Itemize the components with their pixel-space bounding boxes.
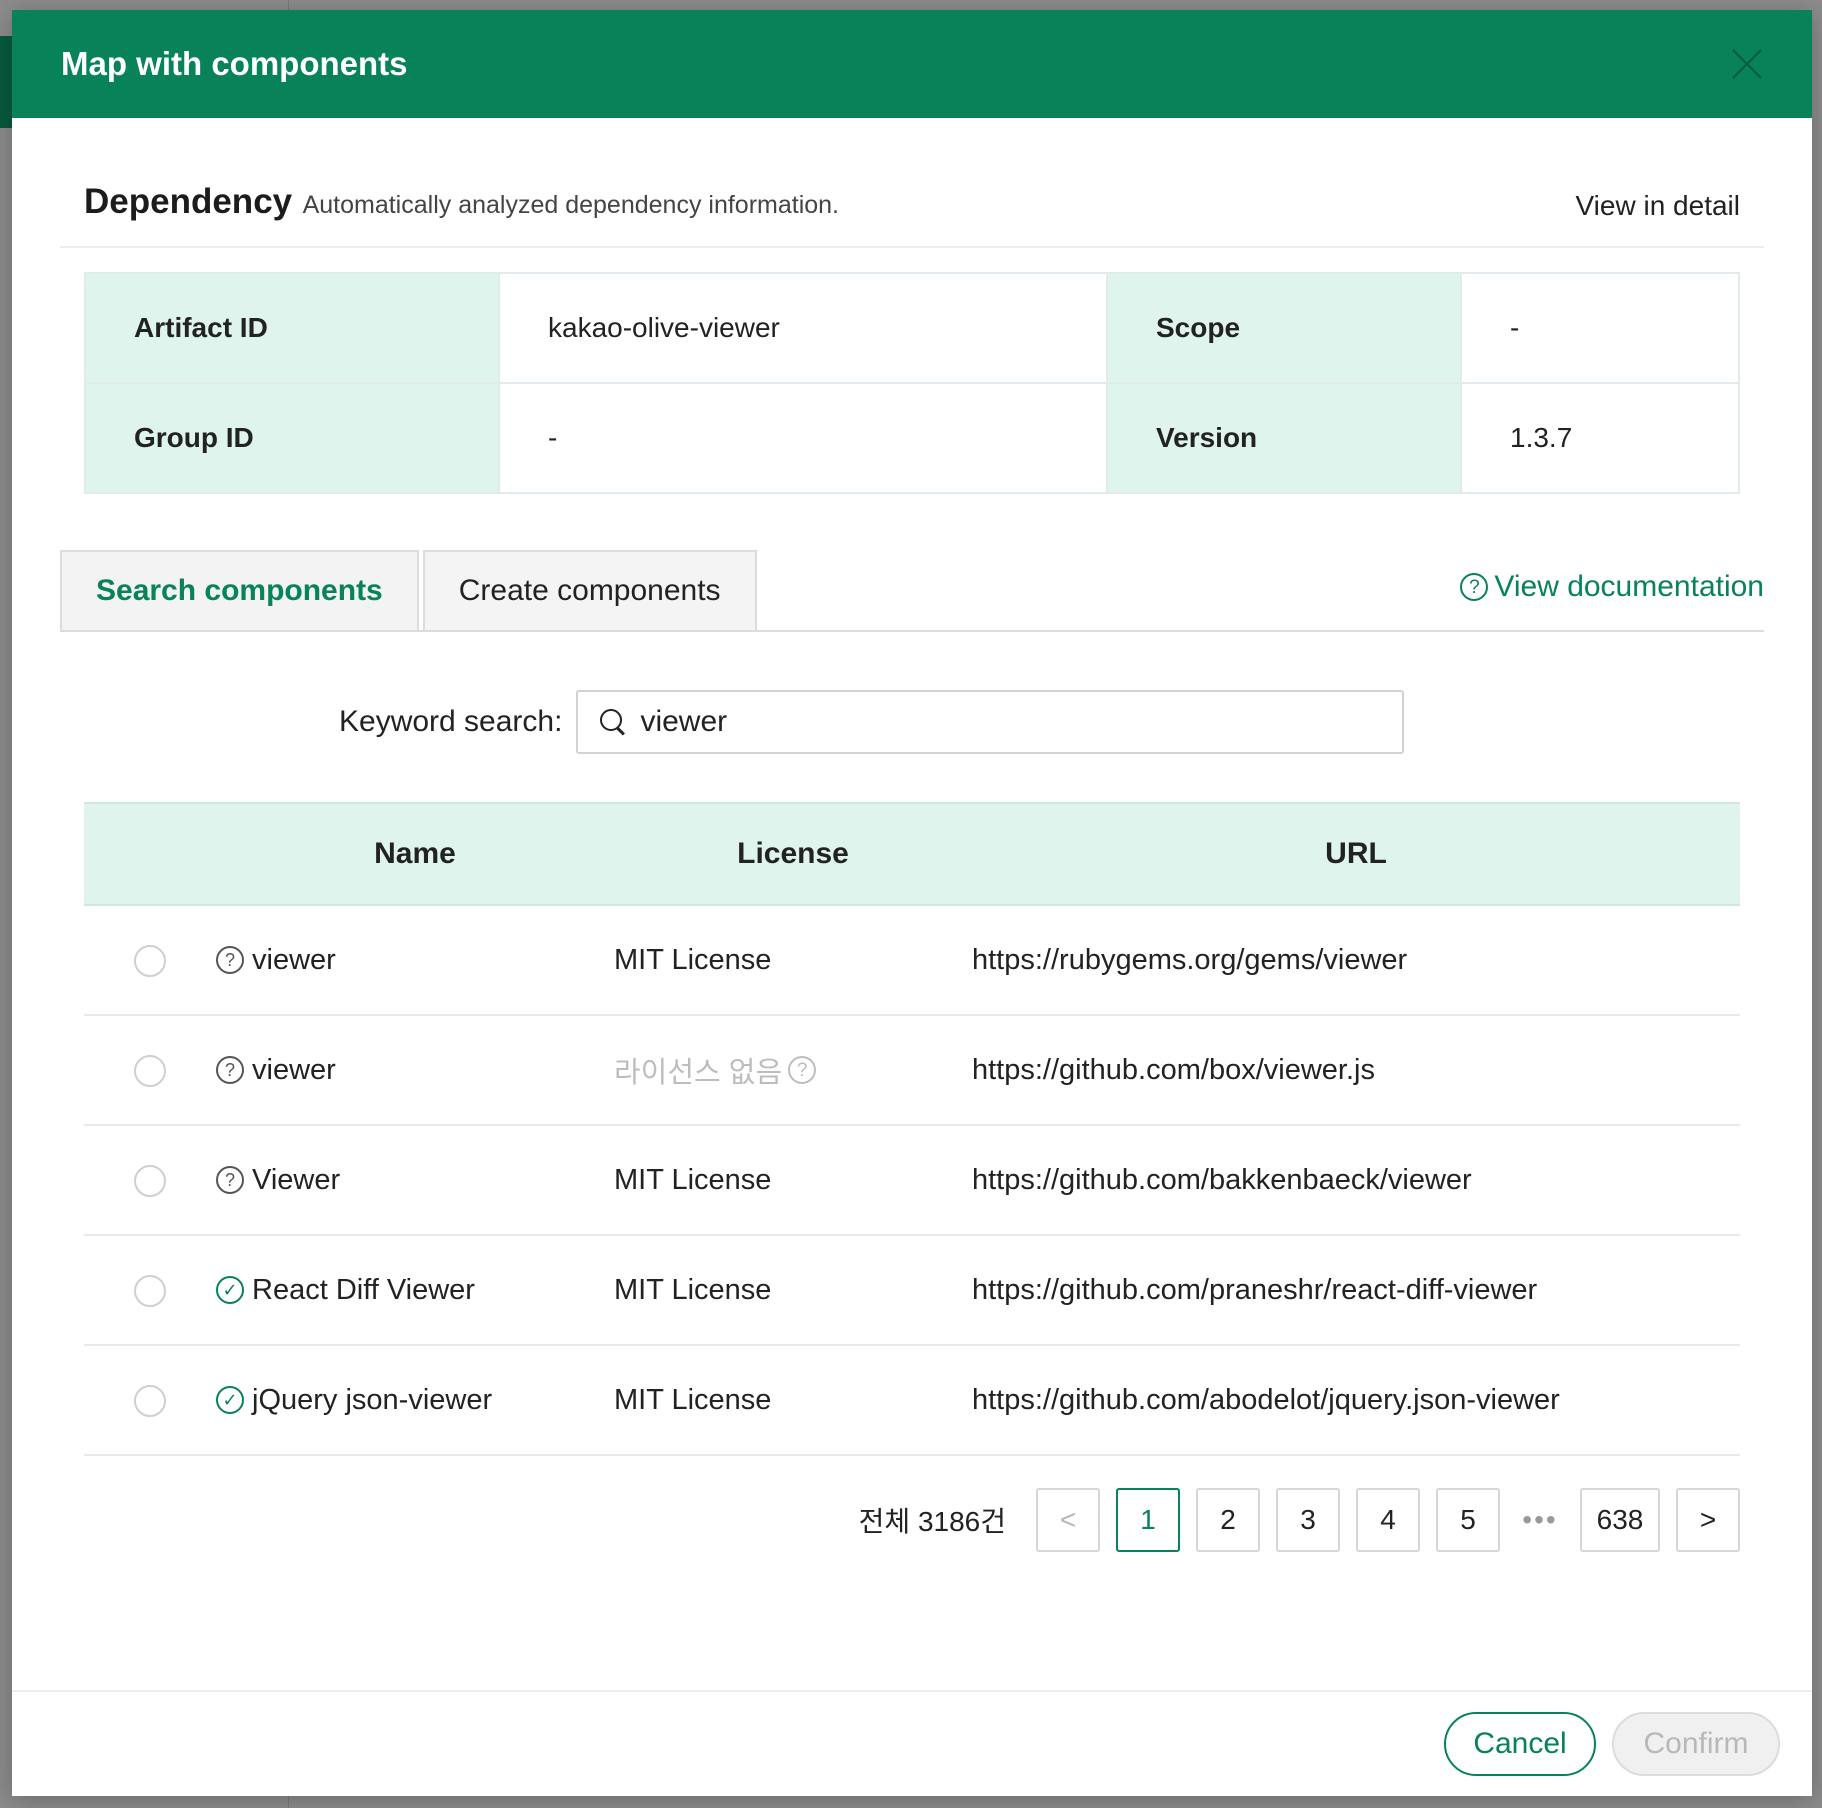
scope-label: Scope bbox=[1106, 272, 1462, 384]
scope-value: - bbox=[1460, 272, 1740, 384]
map-components-modal: Map with components Dependency Automatic… bbox=[12, 10, 1812, 1796]
artifact-id-value: kakao-olive-viewer bbox=[498, 272, 1108, 384]
table-row[interactable]: ? viewer 라이선스 없음? https://github.com/box/… bbox=[84, 1015, 1740, 1126]
group-id-label: Group ID bbox=[84, 382, 500, 494]
component-url: https://github.com/box/viewer.js bbox=[972, 1015, 1740, 1126]
component-url: https://github.com/praneshr/react-diff-v… bbox=[972, 1235, 1740, 1346]
page-button-5[interactable]: 5 bbox=[1436, 1488, 1500, 1552]
check-circle-icon: ✓ bbox=[216, 1276, 244, 1304]
view-documentation-link[interactable]: ? View documentation bbox=[1460, 570, 1764, 604]
select-column-header bbox=[84, 802, 216, 906]
component-name: Viewer bbox=[252, 1163, 341, 1196]
url-column-header: URL bbox=[972, 802, 1740, 906]
table-row[interactable]: ? viewer MIT License https://rubygems.org… bbox=[84, 905, 1740, 1016]
page-button-1[interactable]: 1 bbox=[1116, 1488, 1180, 1552]
component-name: jQuery json-viewer bbox=[252, 1383, 493, 1416]
view-detail-link[interactable]: View in detail bbox=[1576, 190, 1740, 222]
modal-header: Map with components bbox=[12, 10, 1812, 118]
dependency-title: Dependency bbox=[84, 182, 293, 221]
modal-body: Dependency Automatically analyzed depend… bbox=[12, 118, 1812, 1552]
pagination: 전체 3186건 < 1 2 3 4 5 ••• 638 > bbox=[60, 1488, 1740, 1552]
tab-search-components[interactable]: Search components bbox=[60, 550, 419, 630]
tab-create-components[interactable]: Create components bbox=[422, 550, 757, 630]
confirm-button[interactable]: Confirm bbox=[1612, 1712, 1780, 1776]
total-count: 전체 3186건 bbox=[858, 1506, 1006, 1537]
search-input[interactable] bbox=[640, 705, 1381, 739]
page-button-2[interactable]: 2 bbox=[1196, 1488, 1260, 1552]
component-license: MIT License bbox=[614, 1125, 972, 1236]
dependency-heading: Dependency Automatically analyzed depend… bbox=[84, 182, 839, 222]
page-button-4[interactable]: 4 bbox=[1356, 1488, 1420, 1552]
keyword-search-label: Keyword search: bbox=[339, 705, 563, 738]
component-license-muted: 라이선스 없음? bbox=[614, 1049, 817, 1091]
row-radio[interactable] bbox=[134, 944, 166, 977]
component-name: viewer bbox=[252, 1053, 336, 1086]
view-documentation-label: View documentation bbox=[1494, 570, 1764, 603]
component-license: MIT License bbox=[614, 1345, 972, 1456]
table-row[interactable]: ✓ React Diff Viewer MIT License https://g… bbox=[84, 1235, 1740, 1346]
artifact-id-label: Artifact ID bbox=[84, 272, 500, 384]
row-radio[interactable] bbox=[134, 1274, 166, 1307]
component-url: https://rubygems.org/gems/viewer bbox=[972, 905, 1740, 1016]
version-value: 1.3.7 bbox=[1460, 382, 1740, 494]
dependency-header: Dependency Automatically analyzed depend… bbox=[60, 118, 1764, 248]
component-name: viewer bbox=[252, 943, 336, 976]
help-circle-icon: ? bbox=[1460, 573, 1489, 601]
page-button-last[interactable]: 638 bbox=[1580, 1488, 1660, 1552]
table-row[interactable]: ✓ jQuery json-viewer MIT License https://… bbox=[84, 1345, 1740, 1456]
component-name: React Diff Viewer bbox=[252, 1273, 475, 1306]
next-page-button[interactable]: > bbox=[1676, 1488, 1740, 1552]
help-circle-icon[interactable]: ? bbox=[788, 1056, 817, 1084]
component-url: https://github.com/bakkenbaeck/viewer bbox=[972, 1125, 1740, 1236]
help-circle-icon: ? bbox=[216, 1166, 244, 1194]
search-icon bbox=[600, 709, 626, 735]
group-id-value: - bbox=[498, 382, 1108, 494]
pagination-ellipsis: ••• bbox=[1522, 1504, 1558, 1535]
results-table: Name License URL ? viewer MIT License htt… bbox=[84, 802, 1740, 1456]
component-url: https://github.com/abodelot/jquery.json-… bbox=[972, 1345, 1740, 1456]
component-license: MIT License bbox=[614, 1235, 972, 1346]
results-header-row: Name License URL bbox=[84, 802, 1740, 906]
component-tabs: Search components Create components ? Vi… bbox=[60, 550, 1764, 632]
component-license: MIT License bbox=[614, 905, 972, 1016]
prev-page-button[interactable]: < bbox=[1036, 1488, 1100, 1552]
keyword-search-row: Keyword search: bbox=[60, 690, 1764, 754]
row-radio[interactable] bbox=[134, 1164, 166, 1197]
check-circle-icon: ✓ bbox=[216, 1386, 244, 1414]
row-radio[interactable] bbox=[134, 1054, 166, 1087]
license-column-header: License bbox=[614, 802, 972, 906]
page-button-3[interactable]: 3 bbox=[1276, 1488, 1340, 1552]
help-circle-icon: ? bbox=[216, 1056, 244, 1084]
search-box[interactable] bbox=[576, 690, 1405, 754]
modal-title: Map with components bbox=[61, 45, 408, 82]
dependency-subtitle: Automatically analyzed dependency inform… bbox=[302, 191, 840, 219]
help-circle-icon: ? bbox=[216, 946, 244, 974]
close-icon[interactable] bbox=[1730, 47, 1764, 81]
row-radio[interactable] bbox=[134, 1384, 166, 1417]
version-label: Version bbox=[1106, 382, 1462, 494]
modal-footer: Cancel Confirm bbox=[12, 1690, 1812, 1796]
dependency-info-table: Artifact ID kakao-olive-viewer Scope - G… bbox=[84, 272, 1740, 494]
cancel-button[interactable]: Cancel bbox=[1444, 1712, 1596, 1776]
table-row[interactable]: ? Viewer MIT License https://github.com/b… bbox=[84, 1125, 1740, 1236]
name-column-header: Name bbox=[216, 802, 614, 906]
